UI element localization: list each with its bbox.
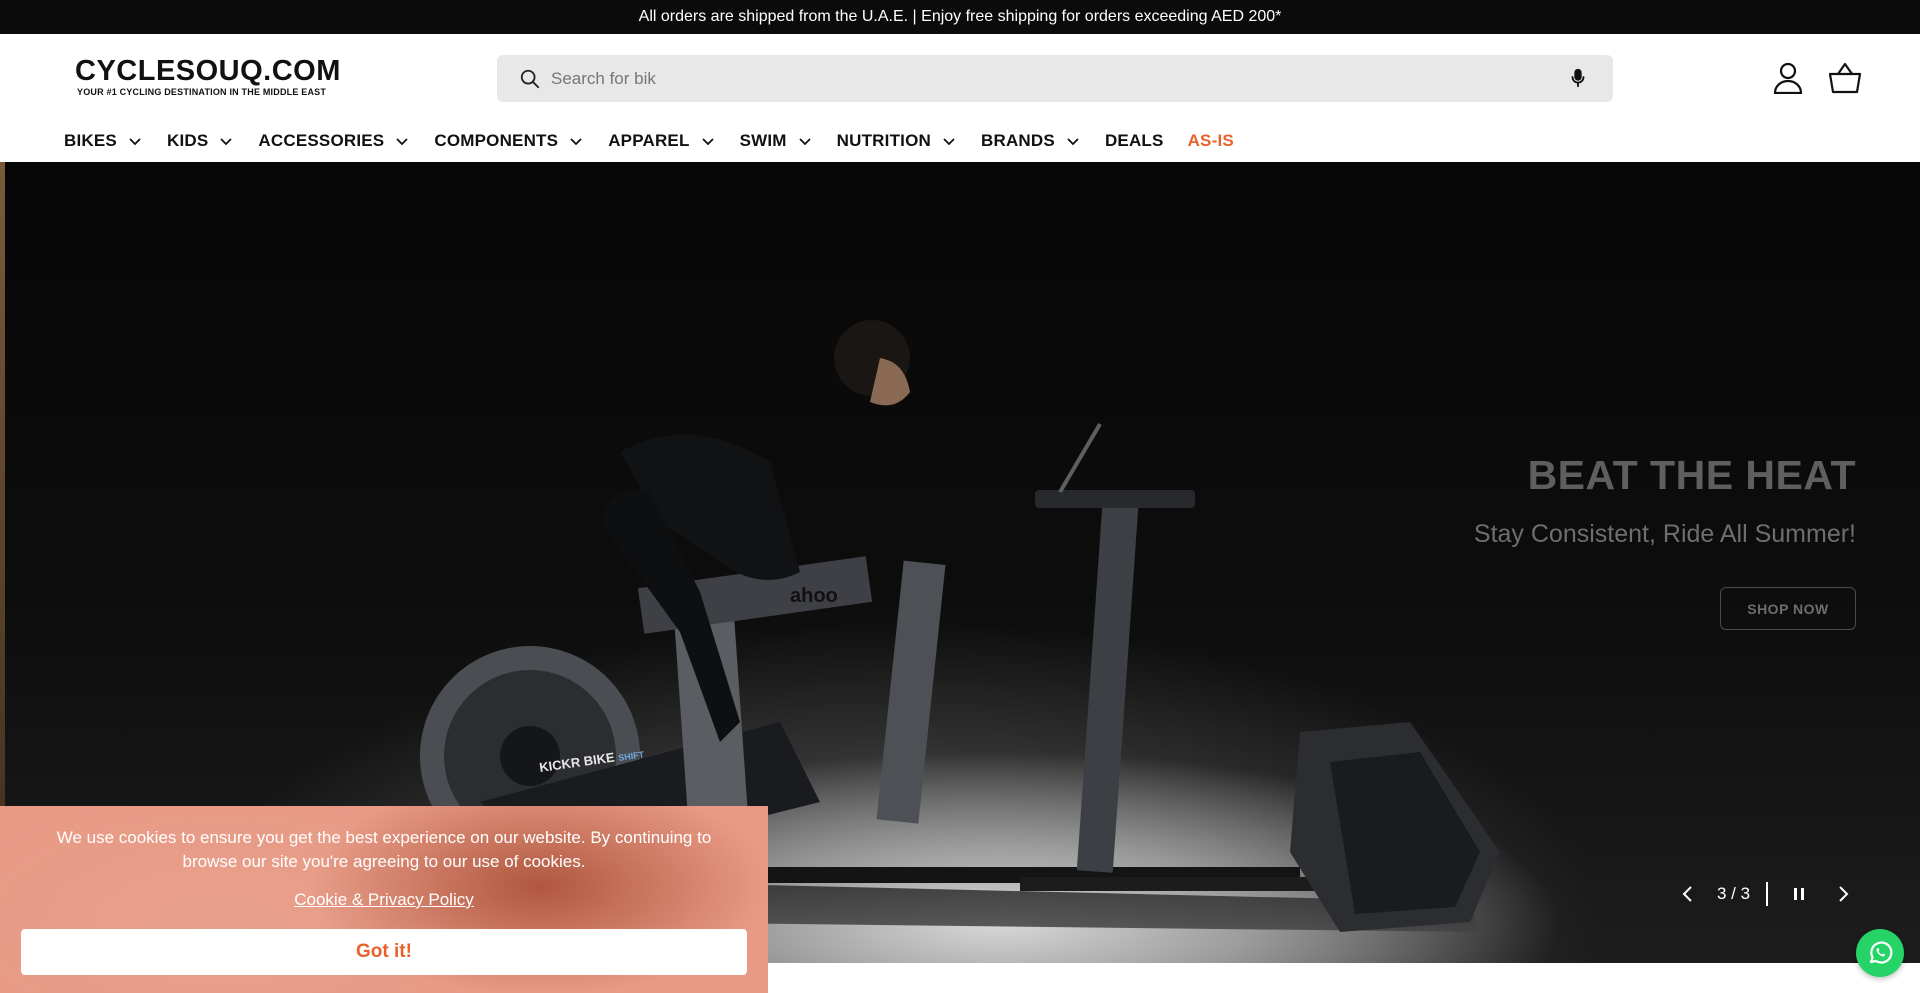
chevron-down-icon xyxy=(701,138,714,146)
whatsapp-chat-button[interactable] xyxy=(1856,929,1904,977)
slider-divider xyxy=(1766,882,1769,906)
chevron-left-icon xyxy=(1682,886,1692,902)
chevron-down-icon xyxy=(570,138,582,146)
accept-cookies-button[interactable]: Got it! xyxy=(21,929,747,975)
nav-item-kids[interactable]: KIDS xyxy=(167,131,234,151)
previous-slide-button[interactable] xyxy=(1675,881,1701,907)
chevron-down-icon xyxy=(799,138,811,146)
nav-item-swim[interactable]: SWIM xyxy=(740,131,813,151)
nav-item-as-is[interactable]: AS-IS xyxy=(1188,131,1234,151)
announcement-text: All orders are shipped from the U.A.E. |… xyxy=(638,8,1282,25)
nav-item-label: DEALS xyxy=(1104,131,1164,150)
main-nav: BIKES KIDS ACCESSORIES COMPONENTS APPARE… xyxy=(64,126,1258,156)
nav-item-accessories[interactable]: ACCESSORIES xyxy=(258,131,410,151)
cookie-banner: We use cookies to ensure you get the bes… xyxy=(0,806,768,993)
chevron-down-icon xyxy=(943,138,955,146)
site-header: CYCLESOUQ.COM YOUR #1 CYCLING DESTINATIO… xyxy=(0,34,1920,156)
nav-item-apparel[interactable]: APPAREL xyxy=(608,131,715,151)
chevron-down-icon xyxy=(129,138,141,146)
nav-item-brands[interactable]: BRANDS xyxy=(981,131,1081,151)
frame-brand-label: ahoo xyxy=(790,585,838,607)
nav-item-label: ACCESSORIES xyxy=(258,131,385,150)
nav-item-label: KIDS xyxy=(166,131,209,150)
slider-controls: 3 / 3 xyxy=(1675,880,1856,908)
nav-item-label: BRANDS xyxy=(981,131,1055,150)
pause-slideshow-button[interactable] xyxy=(1786,881,1812,907)
nav-item-label: APPAREL xyxy=(608,131,690,150)
pause-icon xyxy=(1794,888,1805,900)
hero-subtitle: Stay Consistent, Ride All Summer! xyxy=(1473,520,1856,548)
cookie-message: We use cookies to ensure you get the bes… xyxy=(56,828,712,871)
chevron-right-icon xyxy=(1839,886,1849,902)
hero-title: BEAT THE HEAT xyxy=(1527,452,1856,498)
chevron-down-icon xyxy=(220,138,233,146)
search-input[interactable] xyxy=(551,55,1531,102)
chevron-down-icon xyxy=(1067,138,1079,146)
nav-item-label: AS-IS xyxy=(1187,131,1234,150)
nav-item-label: BIKES xyxy=(64,131,117,150)
slide-counter: 3 / 3 xyxy=(1717,884,1751,903)
nav-item-label: NUTRITION xyxy=(836,131,931,150)
search-icon[interactable] xyxy=(519,68,541,90)
microphone-icon[interactable] xyxy=(1567,67,1589,89)
nav-item-label: SWIM xyxy=(739,131,787,150)
account-icon[interactable] xyxy=(1773,62,1803,94)
cart-icon[interactable] xyxy=(1828,62,1862,94)
announcement-bar: All orders are shipped from the U.A.E. |… xyxy=(0,0,1920,34)
logo-tagline: YOUR #1 CYCLING DESTINATION IN THE MIDDL… xyxy=(77,87,327,97)
search-bar xyxy=(497,55,1613,102)
next-slide-button[interactable] xyxy=(1830,881,1856,907)
nav-item-bikes[interactable]: BIKES xyxy=(64,131,143,151)
shop-now-button[interactable]: SHOP NOW xyxy=(1720,587,1856,630)
nav-item-label: COMPONENTS xyxy=(434,131,559,150)
cookie-policy-link[interactable]: Cookie & Privacy Policy xyxy=(0,890,768,910)
whatsapp-icon xyxy=(1869,941,1893,964)
nav-item-deals[interactable]: DEALS xyxy=(1105,131,1164,151)
logo-wordmark: CYCLESOUQ.COM xyxy=(75,55,341,87)
nav-item-nutrition[interactable]: NUTRITION xyxy=(837,131,957,151)
chevron-down-icon xyxy=(396,138,408,146)
nav-item-components[interactable]: COMPONENTS xyxy=(434,131,584,151)
site-logo[interactable]: CYCLESOUQ.COM YOUR #1 CYCLING DESTINATIO… xyxy=(75,56,341,97)
